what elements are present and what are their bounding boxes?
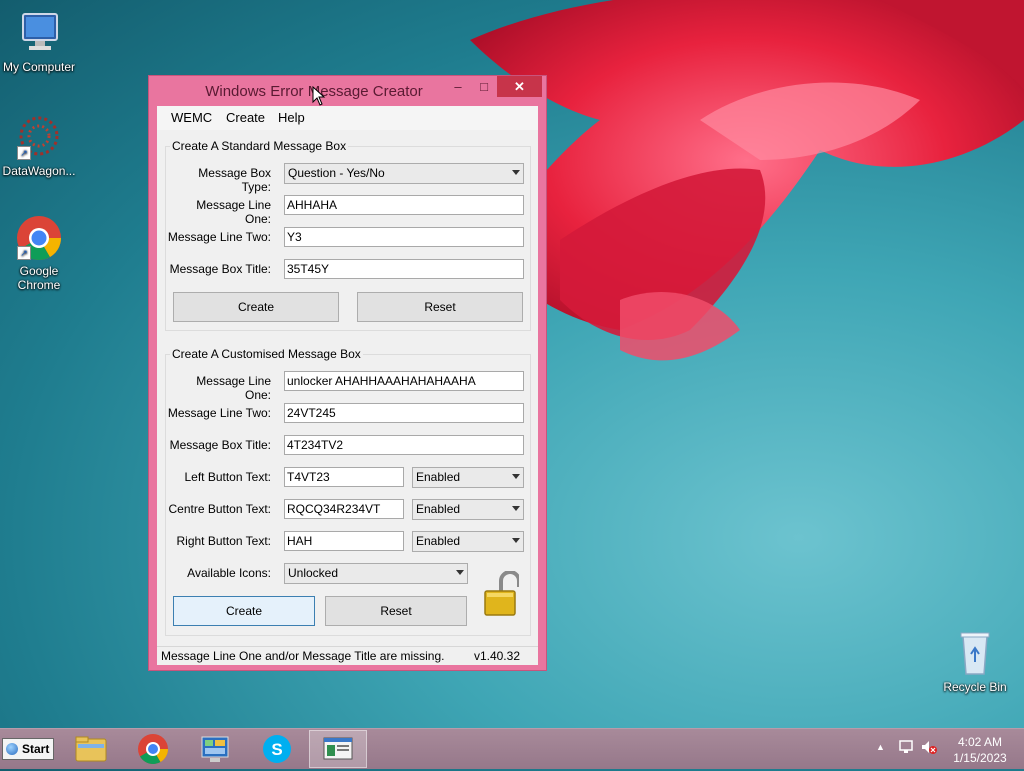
cust-reset-button[interactable]: Reset — [325, 596, 467, 626]
standard-group-title: Create A Standard Message Box — [170, 139, 349, 153]
type-label: Message Box Type: — [198, 166, 271, 194]
desktop-icon-label: Recycle Bin — [943, 680, 1007, 694]
datawagon-icon: ↗ — [15, 114, 63, 162]
system-clock[interactable]: 4:02 AM 1/15/2023 — [944, 734, 1016, 766]
start-label: Start — [22, 742, 50, 756]
clock-time: 4:02 AM — [957, 735, 1003, 749]
right-button-state-value: Enabled — [416, 534, 461, 548]
window-client: WEMC Create Help Create A Standard Messa… — [157, 106, 538, 665]
chrome-icon — [138, 734, 168, 765]
desktop-icon-google-chrome[interactable]: ↗ Google Chrome — [0, 214, 79, 292]
volume-muted-icon[interactable] — [920, 739, 938, 758]
close-button[interactable]: ✕ — [497, 76, 542, 97]
cust-title-input[interactable]: 4T234TV2 — [284, 435, 524, 455]
wemc-window[interactable]: Windows Error Message Creator – □ ✕ WEMC… — [148, 75, 547, 671]
taskbar-control-panel[interactable] — [186, 730, 244, 768]
clock-date: 1/15/2023 — [953, 751, 1007, 765]
right-button-text-input[interactable]: HAH — [284, 531, 404, 551]
chevron-down-icon — [512, 474, 520, 479]
cust-create-button[interactable]: Create — [173, 596, 315, 626]
control-panel-icon — [201, 736, 229, 762]
chevron-down-icon — [512, 170, 520, 175]
cust-line1-label: Message Line One: — [196, 374, 271, 402]
menu-bar: WEMC Create Help — [157, 106, 538, 130]
left-button-text-input[interactable]: T4VT23 — [284, 467, 404, 487]
shortcut-arrow-icon: ↗ — [17, 246, 31, 260]
file-explorer-icon — [75, 736, 107, 762]
monitor-icon — [15, 10, 63, 58]
taskbar-wemc-app[interactable] — [309, 730, 367, 768]
std-title-input[interactable]: 35T45Y — [284, 259, 524, 279]
std-title-label: Message Box Title: — [169, 262, 271, 276]
message-box-type-select[interactable]: Question - Yes/No — [284, 163, 524, 184]
left-button-state-select[interactable]: Enabled — [412, 467, 524, 488]
shortcut-arrow-icon: ↗ — [17, 146, 31, 160]
desktop-icon-label: Google Chrome — [17, 264, 61, 292]
desktop-icon-label: My Computer — [2, 60, 76, 74]
recycle-bin-icon — [951, 630, 999, 678]
taskbar-file-explorer[interactable] — [62, 730, 120, 768]
taskbar-skype[interactable]: S — [248, 730, 306, 768]
cust-title-label: Message Box Title: — [169, 438, 271, 452]
desktop-icon-my-computer[interactable]: My Computer — [0, 10, 79, 74]
chevron-down-icon — [512, 506, 520, 511]
mouse-cursor-icon — [312, 86, 326, 106]
std-line1-label: Message Line One: — [196, 198, 271, 226]
menu-help[interactable]: Help — [278, 110, 305, 125]
chevron-down-icon — [512, 538, 520, 543]
show-hidden-icons-button[interactable]: ▲ — [876, 742, 885, 752]
desktop-icon-recycle-bin[interactable]: Recycle Bin — [935, 630, 1015, 694]
desktop-icon-datawagon[interactable]: ↗ DataWagon... — [0, 114, 79, 178]
menu-wemc[interactable]: WEMC — [171, 110, 212, 125]
windows-orb-icon — [6, 743, 18, 755]
std-create-button[interactable]: Create — [173, 292, 339, 322]
std-line2-input[interactable]: Y3 — [284, 227, 524, 247]
start-button[interactable]: Start — [2, 738, 54, 760]
menu-create[interactable]: Create — [226, 110, 265, 125]
message-box-type-value: Question - Yes/No — [288, 166, 385, 180]
centre-button-text-input[interactable]: RQCQ34R234VT — [284, 499, 404, 519]
cust-line1-input[interactable]: unlocker AHAHHAAAHAHAHAAHA — [284, 371, 524, 391]
status-bar: Message Line One and/or Message Title ar… — [157, 646, 538, 665]
available-icons-select[interactable]: Unlocked — [284, 563, 468, 584]
icons-label: Available Icons: — [187, 566, 271, 580]
left-button-state-value: Enabled — [416, 470, 461, 484]
taskbar: Start S ▲ 4:02 AM 1/15/2023 — [0, 728, 1024, 769]
svg-text:S: S — [271, 740, 282, 759]
right-button-label: Right Button Text: — [176, 534, 272, 548]
version-label: v1.40.32 — [473, 649, 520, 663]
chrome-icon: ↗ — [15, 214, 63, 262]
window-titlebar[interactable]: Windows Error Message Creator – □ ✕ — [149, 76, 546, 106]
network-icon[interactable] — [898, 739, 914, 758]
centre-button-label: Centre Button Text: — [168, 502, 271, 516]
padlock-unlocked-icon — [483, 570, 521, 617]
custom-group-title: Create A Customised Message Box — [170, 347, 363, 361]
status-message: Message Line One and/or Message Title ar… — [161, 649, 445, 663]
right-button-state-select[interactable]: Enabled — [412, 531, 524, 552]
available-icons-value: Unlocked — [288, 566, 339, 580]
skype-icon: S — [263, 735, 291, 763]
minimize-button[interactable]: – — [445, 76, 471, 97]
centre-button-state-select[interactable]: Enabled — [412, 499, 524, 520]
cust-line2-input[interactable]: 24VT245 — [284, 403, 524, 423]
std-reset-button[interactable]: Reset — [357, 292, 523, 322]
chevron-down-icon — [456, 570, 464, 575]
std-line1-input[interactable]: AHHAHA — [284, 195, 524, 215]
cust-line2-label: Message Line Two: — [167, 406, 271, 420]
maximize-button[interactable]: □ — [471, 76, 497, 97]
std-line2-label: Message Line Two: — [167, 230, 271, 244]
centre-button-state-value: Enabled — [416, 502, 461, 516]
wemc-app-icon — [323, 737, 353, 760]
taskbar-chrome[interactable] — [124, 730, 182, 768]
left-button-label: Left Button Text: — [184, 470, 271, 484]
desktop-icon-label: DataWagon... — [2, 164, 76, 178]
